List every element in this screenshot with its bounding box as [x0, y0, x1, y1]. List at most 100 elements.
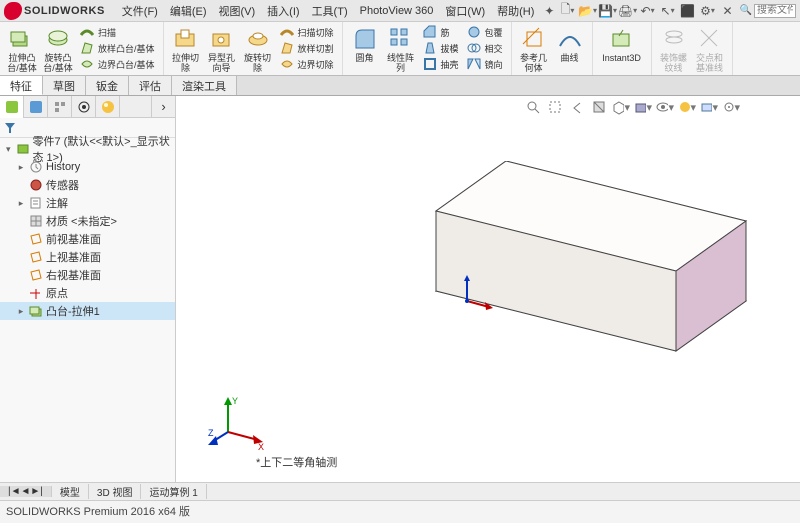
revolve-boss-button[interactable]: 旋转凸 台/基体	[40, 24, 76, 75]
prev-view-icon[interactable]	[568, 98, 586, 116]
tab-evaluate[interactable]: 评估	[129, 76, 172, 95]
fillet-button[interactable]: 圆角	[347, 24, 383, 65]
tab-sheetmetal[interactable]: 钣金	[86, 76, 129, 95]
boundary-boss-button[interactable]: 边界凸台/基体	[76, 56, 159, 72]
tree-front-plane[interactable]: 前视基准面	[0, 230, 175, 248]
revolve-boss-icon	[45, 26, 71, 52]
svg-text:X: X	[258, 442, 264, 452]
view-orient-icon[interactable]: ▾	[612, 98, 630, 116]
thread-icon	[661, 26, 687, 52]
tree-root[interactable]: ▾零件7 (默认<<默认>_显示状态 1>)	[0, 140, 175, 158]
loft-boss-button[interactable]: 放样凸台/基体	[76, 40, 159, 56]
sidetab-property-mgr[interactable]	[24, 96, 48, 118]
menu-insert[interactable]: 插入(I)	[262, 1, 304, 21]
ribbon-group-boss: 拉伸凸 台/基体 旋转凸 台/基体 扫描 放样凸台/基体 边界凸台/基体	[0, 22, 164, 75]
section-view-icon[interactable]	[590, 98, 608, 116]
instant3d-button[interactable]: Instant3D	[597, 24, 647, 65]
ribbon-group-thread: 装饰螺 纹线 交点和 基准线	[652, 22, 733, 75]
sweep-cut-button[interactable]: 扫描切除	[276, 24, 338, 40]
appearance-icon	[101, 100, 115, 114]
new-icon[interactable]: 🗋▾	[560, 3, 576, 19]
tab-sketch[interactable]: 草图	[43, 76, 86, 95]
cosmetic-thread-button[interactable]: 装饰螺 纹线	[656, 24, 692, 75]
apply-scene-icon[interactable]: ▾	[700, 98, 718, 116]
tab-feature[interactable]: 特征	[0, 76, 43, 95]
tree-origin[interactable]: 原点	[0, 284, 175, 302]
menu-tools[interactable]: 工具(T)	[307, 1, 353, 21]
tree-material[interactable]: 材质 <未指定>	[0, 212, 175, 230]
btab-3dview[interactable]: 3D 视图	[89, 484, 142, 499]
viewport-3d[interactable]: ▾ ▾ ▾ ▾ ▾ ▾ Y X Z *上下二等角轴测	[176, 96, 800, 482]
mirror-icon	[467, 57, 481, 71]
open-icon[interactable]: 📂▾	[580, 3, 596, 19]
view-settings-icon[interactable]: ▾	[722, 98, 740, 116]
extrude-cut-button[interactable]: 拉伸切 除	[168, 24, 204, 75]
revolve-cut-button[interactable]: 旋转切 除	[240, 24, 276, 75]
status-text: SOLIDWORKS Premium 2016 x64 版	[6, 506, 190, 518]
menu-help[interactable]: 帮助(H)	[492, 1, 539, 21]
sidebar-more[interactable]: ›	[151, 96, 175, 117]
btab-nav[interactable]: |◄◄►|	[0, 486, 52, 497]
edit-appearance-icon[interactable]: ▾	[678, 98, 696, 116]
linear-pattern-button[interactable]: 线性阵 列	[383, 24, 419, 75]
cursor-icon[interactable]: ✦	[541, 3, 557, 19]
search-input[interactable]	[754, 4, 796, 18]
intersect-button[interactable]: 相交	[463, 40, 507, 56]
boundary-cut-button[interactable]: 边界切除	[276, 56, 338, 72]
options-icon[interactable]: ⚙▾	[700, 3, 716, 19]
funnel-icon[interactable]	[4, 122, 16, 134]
tree-sensor[interactable]: 传感器	[0, 176, 175, 194]
svg-text:Z: Z	[208, 428, 214, 438]
sweep-button[interactable]: 扫描	[76, 24, 159, 40]
dimexpert-icon	[77, 100, 91, 114]
menu-photoview360[interactable]: PhotoView 360	[355, 3, 439, 19]
config-icon	[53, 100, 67, 114]
sidetab-feature-tree[interactable]	[0, 96, 24, 118]
sidetab-display-mgr[interactable]	[96, 96, 120, 118]
tree-right-plane[interactable]: 右视基准面	[0, 266, 175, 284]
print-icon[interactable]: 🖨▾	[620, 3, 636, 19]
menu-file[interactable]: 文件(F)	[117, 1, 163, 21]
tab-render[interactable]: 渲染工具	[172, 76, 237, 95]
feature-manager-panel: › ▾零件7 (默认<<默认>_显示状态 1>) ▸History 传感器 ▸注…	[0, 96, 176, 482]
menu-view[interactable]: 视图(V)	[214, 1, 261, 21]
model-3d-block	[426, 161, 756, 361]
extrude-boss-button[interactable]: 拉伸凸 台/基体	[4, 24, 40, 75]
curves-button[interactable]: 曲线	[552, 24, 588, 65]
rib-button[interactable]: 筋	[419, 24, 463, 40]
select-icon[interactable]: ↖▾	[660, 3, 676, 19]
instant3d-icon	[609, 26, 635, 52]
shell-button[interactable]: 抽壳	[419, 56, 463, 72]
draft-button[interactable]: 拔模	[419, 40, 463, 56]
quick-access-toolbar: 🗋▾ 📂▾ 💾▾ 🖨▾ ↶▾ ↖▾ ⬛ ⚙▾ ✕ 🔍	[560, 3, 796, 19]
svg-text:Y: Y	[232, 396, 238, 406]
sidetab-dimexpert[interactable]	[72, 96, 96, 118]
ref-geometry-icon	[521, 26, 547, 52]
property-icon	[29, 100, 43, 114]
btab-model[interactable]: 模型	[52, 484, 89, 499]
mirror-button[interactable]: 镜向	[463, 56, 507, 72]
boundary-icon	[80, 57, 94, 71]
tree-notes[interactable]: ▸注解	[0, 194, 175, 212]
display-style-icon[interactable]: ▾	[634, 98, 652, 116]
ref-geometry-button[interactable]: 参考几 何体	[516, 24, 552, 75]
sensor-icon	[29, 178, 43, 192]
zoom-area-icon[interactable]	[546, 98, 564, 116]
loft-icon	[80, 41, 94, 55]
tree-extrude-feature[interactable]: ▸凸台-拉伸1	[0, 302, 175, 320]
tree-top-plane[interactable]: 上视基准面	[0, 248, 175, 266]
sidetab-config-mgr[interactable]	[48, 96, 72, 118]
hole-wizard-button[interactable]: 异型孔 向导	[204, 24, 240, 75]
rebuild-icon[interactable]: ⬛	[680, 3, 696, 19]
close-icon[interactable]: ✕	[720, 3, 736, 19]
menu-window[interactable]: 窗口(W)	[440, 1, 490, 21]
menu-edit[interactable]: 编辑(E)	[165, 1, 212, 21]
btab-motion-study[interactable]: 运动算例 1	[141, 484, 206, 499]
zoom-fit-icon[interactable]	[524, 98, 542, 116]
loft-cut-button[interactable]: 放样切割	[276, 40, 338, 56]
wrap-button[interactable]: 包覆	[463, 24, 507, 40]
save-icon[interactable]: 💾▾	[600, 3, 616, 19]
hide-show-icon[interactable]: ▾	[656, 98, 674, 116]
undo-icon[interactable]: ↶▾	[640, 3, 656, 19]
intersect-curve-button[interactable]: 交点和 基准线	[692, 24, 728, 75]
